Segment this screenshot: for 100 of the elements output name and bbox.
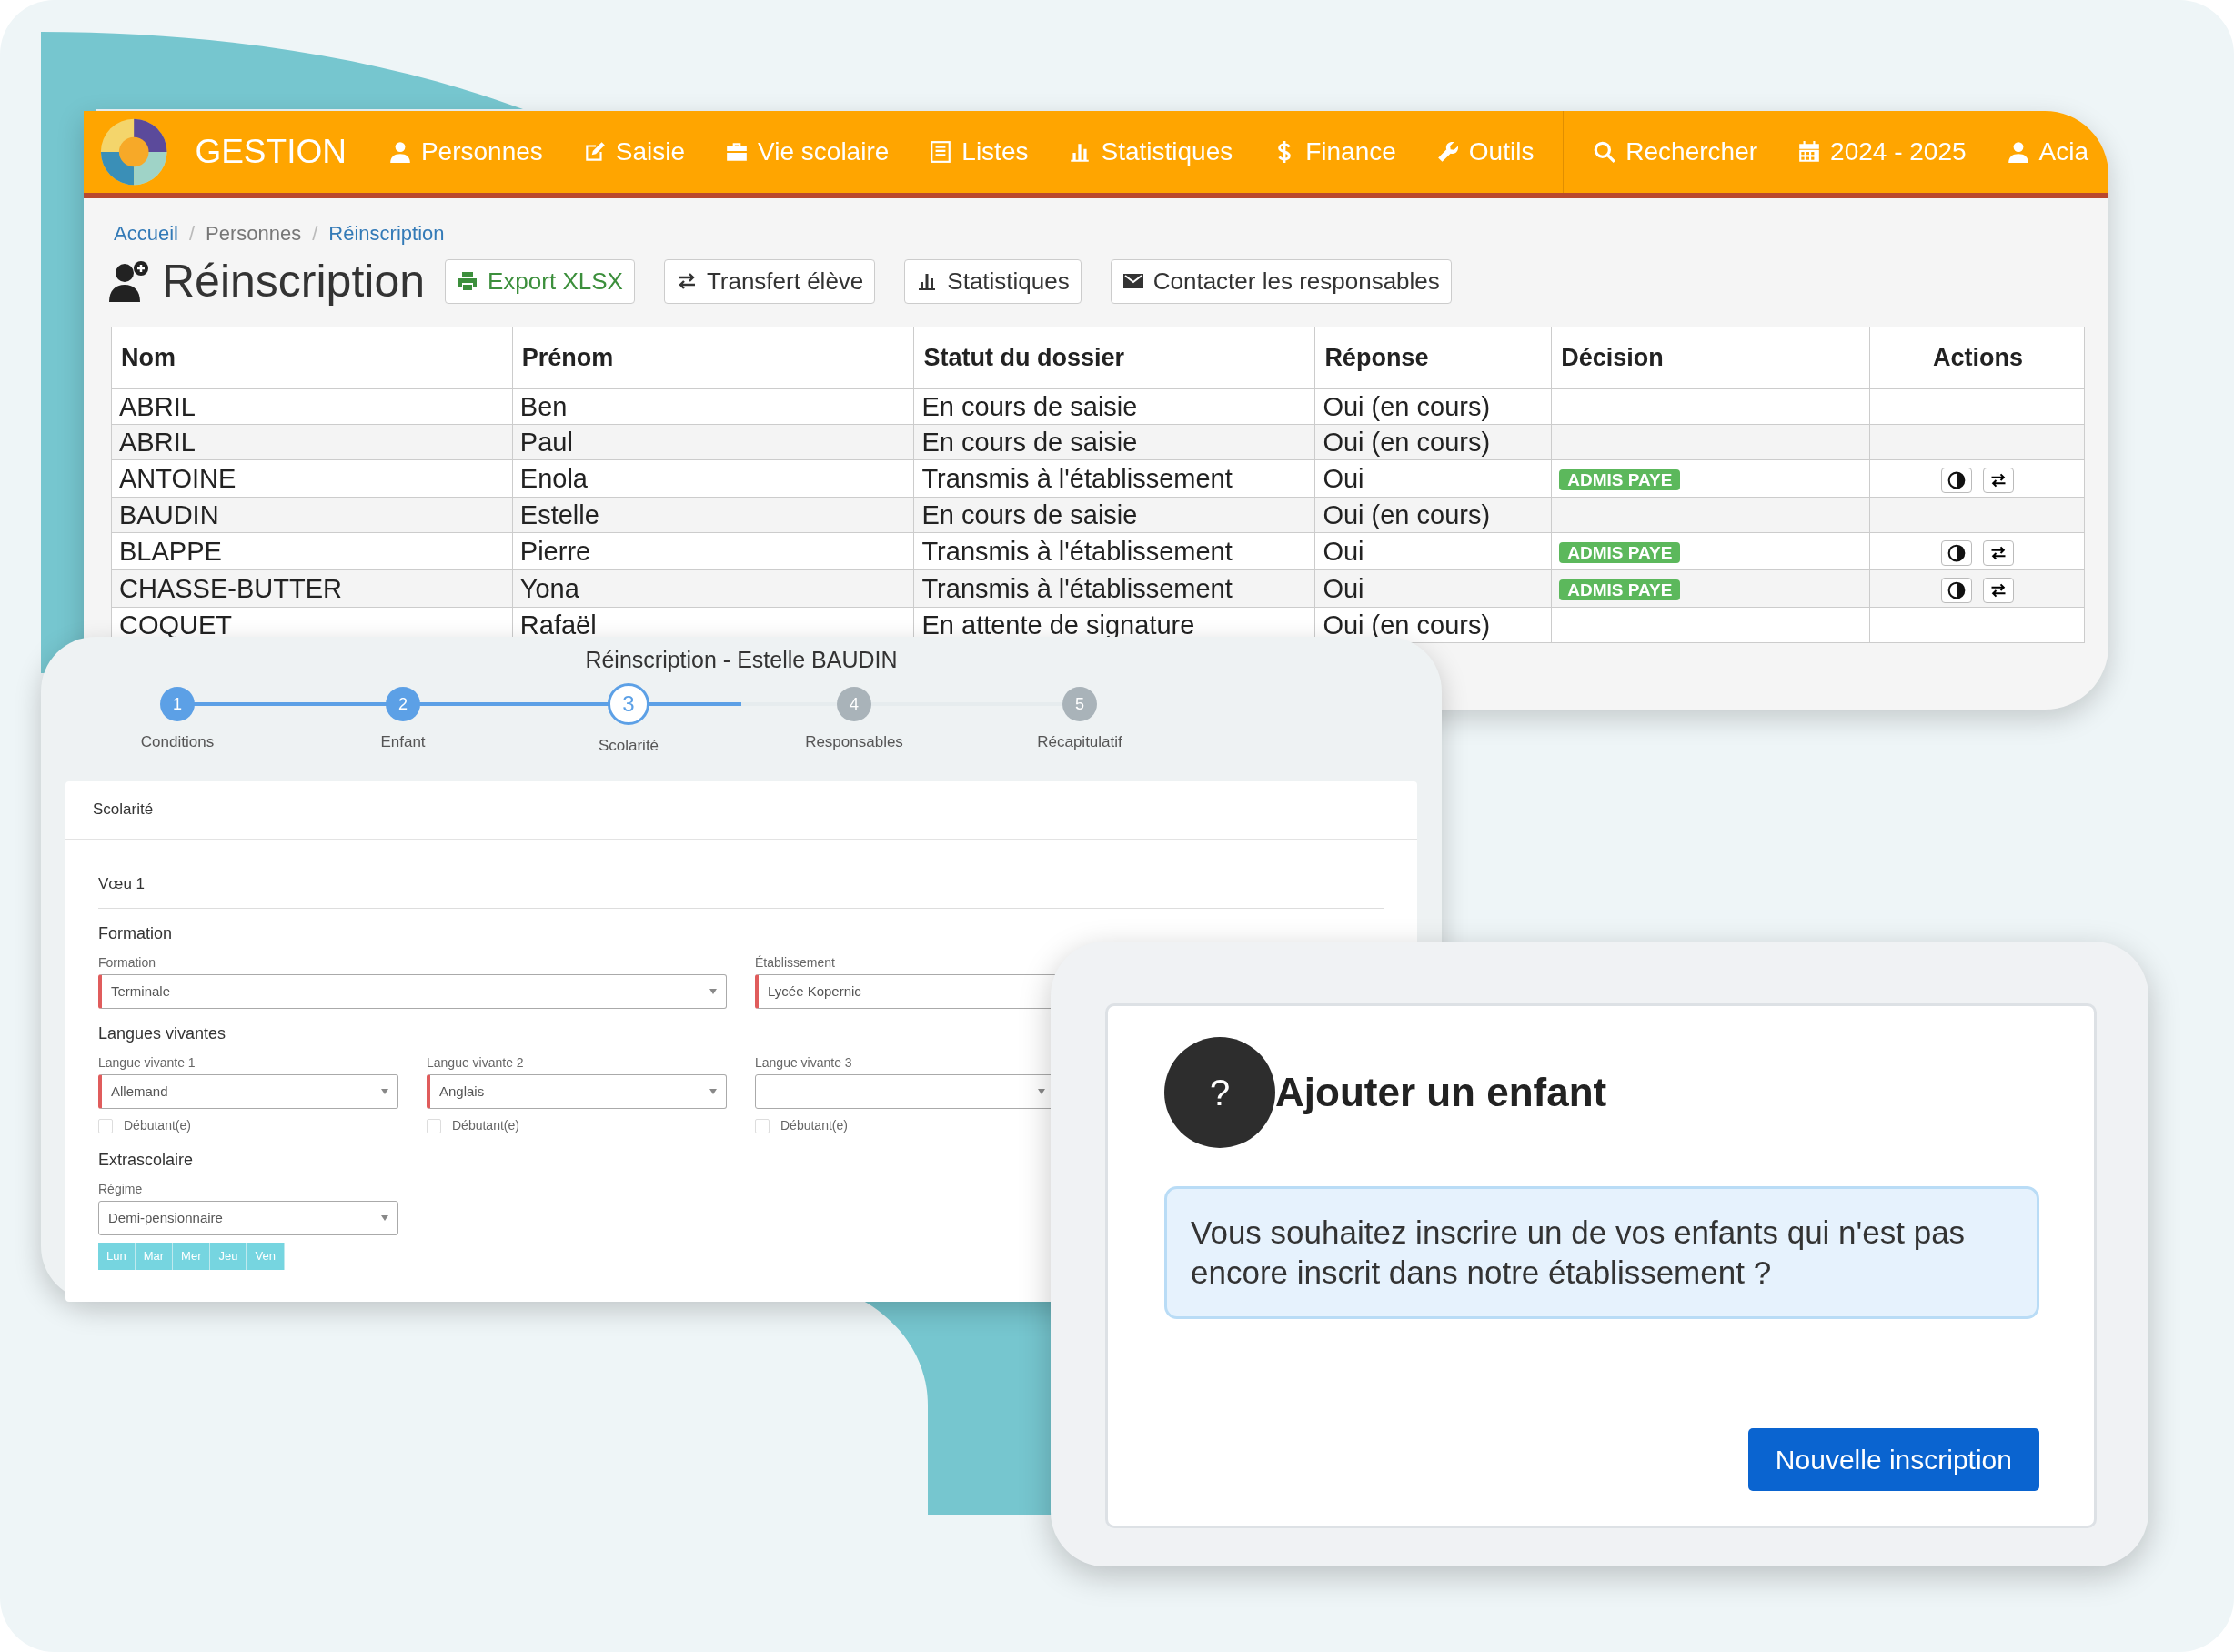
checkbox-label: Débutant(e)	[780, 1117, 848, 1134]
table-cell: Oui	[1314, 459, 1552, 498]
step-label: Scolarité	[598, 736, 659, 756]
table-cell: BLAPPE	[111, 532, 513, 570]
step-number[interactable]: 4	[837, 687, 871, 721]
breadcrumb-separator: /	[312, 221, 318, 247]
step-number[interactable]: 1	[160, 687, 195, 721]
nav-link[interactable]: Personnes	[367, 133, 563, 171]
step-label: Récapitulatif	[1037, 732, 1122, 752]
table-cell: Enola	[512, 459, 914, 498]
step-number[interactable]: 2	[386, 687, 420, 721]
info-message: Vous souhaitez inscrire un de vos enfants qui n'est pas encore inscrit dans notre établissement ?	[1164, 1186, 2039, 1319]
column-header: Prénom	[512, 327, 914, 389]
day-toggle[interactable]: Jeu	[210, 1243, 247, 1270]
transfer-button[interactable]	[1982, 578, 2014, 604]
select-field[interactable]: Demi-pensionnaire	[98, 1201, 398, 1235]
checkbox-label: Débutant(e)	[124, 1117, 191, 1134]
wizard-title: Réinscription - Estelle BAUDIN	[585, 647, 898, 672]
field-label: Régime	[98, 1181, 144, 1198]
column-header: Statut du dossier	[913, 327, 1315, 389]
contrast-button[interactable]	[1940, 540, 1972, 567]
table-cell: Oui (en cours)	[1314, 424, 1552, 460]
table-cell: Oui (en cours)	[1314, 497, 1552, 533]
breadcrumb-link[interactable]: Accueil	[114, 218, 178, 248]
printer-icon	[457, 270, 478, 292]
brand-name[interactable]: GESTION	[195, 126, 347, 177]
list-icon	[929, 140, 953, 164]
day-toggle[interactable]: Mar	[135, 1243, 174, 1270]
select-field[interactable]: Anglais	[427, 1074, 727, 1109]
column-header: Nom	[111, 327, 513, 389]
field-label: Langue vivante 3	[755, 1054, 853, 1072]
select-field[interactable]: Allemand	[98, 1074, 398, 1109]
table-cell: Yona	[512, 569, 914, 608]
step-number[interactable]: 3	[608, 683, 649, 725]
contrast-button[interactable]	[1940, 468, 1972, 494]
table-cell: Paul	[512, 424, 914, 460]
card-title: Scolarité	[93, 800, 154, 818]
nav-link[interactable]: Statistiques	[1048, 133, 1253, 171]
wrench-icon	[1435, 140, 1460, 164]
table-cell: En cours de saisie	[913, 424, 1315, 460]
nav-link[interactable]: Vie scolaire	[705, 133, 910, 171]
section-heading: Extrascolaire	[98, 1151, 194, 1169]
checkbox[interactable]	[427, 1118, 441, 1133]
search-icon	[1593, 140, 1617, 164]
nav-link[interactable]: Rechercher	[1573, 133, 1778, 171]
person-icon	[387, 140, 412, 164]
checkbox-label: Débutant(e)	[452, 1117, 519, 1134]
select-field[interactable]: Terminale	[98, 974, 727, 1009]
column-header: Décision	[1551, 327, 1870, 389]
nav-link[interactable]: Finance	[1253, 133, 1416, 171]
step-label: Enfant	[380, 732, 426, 752]
transfer-button[interactable]	[1982, 468, 2014, 494]
toolbar-button[interactable]: Transfert élève	[663, 258, 876, 304]
contrast-button[interactable]	[1940, 578, 1972, 604]
toolbar-button[interactable]: Contacter les responsables	[1110, 258, 1452, 304]
checkbox[interactable]	[98, 1118, 113, 1133]
table-cell: En cours de saisie	[913, 388, 1315, 425]
table-cell: ABRIL	[111, 424, 513, 460]
table-cell: Oui (en cours)	[1314, 388, 1552, 425]
new-registration-button[interactable]: Nouvelle inscription	[1747, 1428, 2039, 1491]
table-cell: En cours de saisie	[913, 497, 1315, 533]
section-heading: Langues vivantes	[98, 1024, 226, 1043]
calendar-icon	[1797, 140, 1822, 164]
user-add-icon	[109, 260, 149, 302]
day-toggle[interactable]: Mer	[173, 1243, 211, 1270]
section-heading: Formation	[98, 924, 173, 942]
nav-link[interactable]: Acia	[1986, 133, 2108, 171]
transfer-button[interactable]	[1982, 540, 2014, 567]
table-cell: Pierre	[512, 532, 914, 570]
nav-link[interactable]: Outils	[1415, 133, 1555, 171]
status-badge: ADMIS PAYE	[1559, 579, 1681, 600]
caret-icon	[1038, 1089, 1045, 1094]
column-header: Réponse	[1314, 327, 1552, 389]
breadcrumb-separator: /	[188, 221, 196, 247]
table-cell: Transmis à l'établissement	[913, 459, 1315, 498]
column-header: Actions	[1869, 327, 2085, 389]
dialog-title: Ajouter un enfant	[1275, 1068, 1607, 1116]
field-label: Langue vivante 2	[427, 1054, 525, 1072]
nav-link[interactable]: Listes	[909, 133, 1049, 171]
toolbar-button[interactable]: Statistiques	[904, 258, 1082, 304]
day-toggle[interactable]: Ven	[247, 1243, 285, 1270]
step-number[interactable]: 5	[1062, 687, 1097, 721]
step-label: Conditions	[140, 732, 215, 752]
person-icon	[2006, 140, 2030, 164]
contrast-icon	[1947, 581, 1966, 600]
nav-link[interactable]: 2024 - 2025	[1777, 133, 1987, 171]
contrast-icon	[1947, 544, 1966, 563]
toolbar-button[interactable]: Export XLSX	[445, 258, 635, 304]
question-icon: ?	[1164, 1037, 1275, 1148]
table-cell: ABRIL	[111, 388, 513, 425]
breadcrumb-link[interactable]: Réinscription	[328, 218, 445, 248]
breadcrumb-item: Personnes	[206, 221, 302, 247]
briefcase-icon	[725, 140, 750, 164]
page-title: Réinscription	[162, 255, 425, 308]
table-cell: Transmis à l'établissement	[913, 532, 1315, 570]
caret-icon	[381, 1215, 388, 1221]
nav-link[interactable]: Saisie	[562, 133, 706, 171]
day-toggle[interactable]: Lun	[98, 1243, 136, 1270]
checkbox[interactable]	[755, 1118, 770, 1133]
status-badge: ADMIS PAYE	[1559, 469, 1681, 490]
